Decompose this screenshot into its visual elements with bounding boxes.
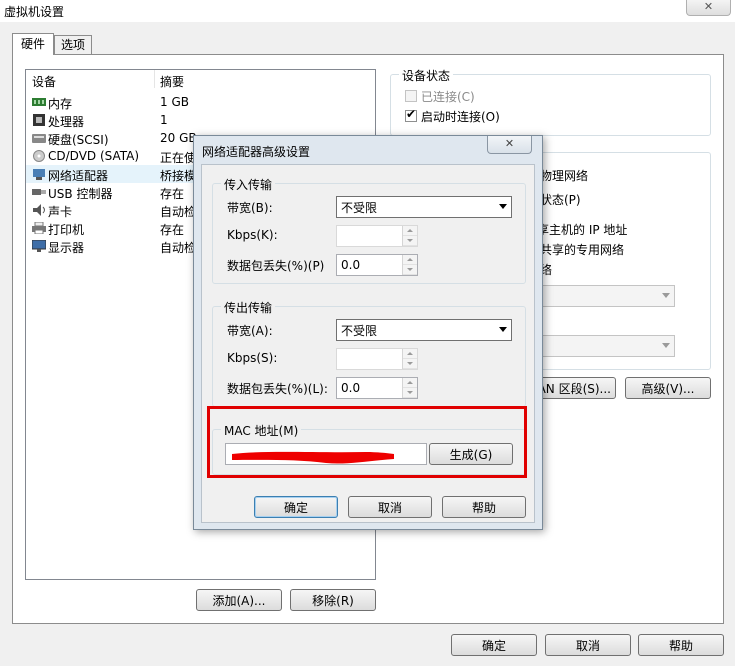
spin-up-icon[interactable]: [403, 378, 417, 388]
device-list-header: 设备 摘要: [26, 70, 375, 89]
chevron-down-icon: [499, 204, 507, 209]
device-name: 打印机: [48, 223, 85, 237]
add-button[interactable]: 添加(A)...: [196, 589, 282, 611]
network-combo-2[interactable]: [540, 335, 675, 357]
spin-up-icon[interactable]: [403, 226, 417, 236]
device-summary: 存在: [160, 223, 185, 237]
device-name: 硬盘(SCSI): [48, 133, 109, 147]
device-name: 显示器: [48, 241, 85, 255]
main-ok-button[interactable]: 确定: [451, 634, 537, 656]
device-name: 网络适配器: [48, 169, 109, 183]
device-row[interactable]: 处理器 1: [26, 111, 375, 129]
title-bar: 虚拟机设置 ✕: [0, 0, 735, 22]
outgoing-group: 传出传输 带宽(A): 不受限 Kbps(S): 数据包丢失(%)(L): 0.…: [212, 299, 526, 407]
chevron-down-icon: [499, 327, 507, 332]
processor-icon: [32, 114, 46, 126]
outgoing-loss-input[interactable]: 0.0: [336, 377, 418, 399]
device-summary: 自动检: [160, 241, 197, 255]
main-cancel-button[interactable]: 取消: [545, 634, 631, 656]
dialog-close-button[interactable]: ✕: [487, 136, 532, 154]
outgoing-loss-label: 数据包丢失(%)(L):: [227, 382, 328, 396]
sound-card-icon: [32, 204, 46, 216]
incoming-group: 传入传输 带宽(B): 不受限 Kbps(K): 数据包丢失(%)(P) 0.0: [212, 176, 526, 284]
device-status-group: 设备状态 已连接(C) ✔ 启动时连接(O): [390, 67, 711, 136]
close-window-button[interactable]: ✕: [686, 0, 731, 16]
outgoing-bandwidth-label: 带宽(A):: [227, 324, 273, 338]
device-summary: 1: [160, 113, 168, 127]
outgoing-kbps-label: Kbps(S):: [227, 351, 278, 365]
incoming-bandwidth-select[interactable]: 不受限: [336, 196, 512, 218]
device-row[interactable]: 内存 1 GB: [26, 93, 375, 111]
replicate-state-label: 状态(P): [540, 193, 581, 207]
cd-dvd-icon: [32, 150, 46, 162]
device-summary: 1 GB: [160, 95, 189, 109]
header-summary: 摘要: [160, 75, 185, 89]
highlight-box: [207, 406, 527, 478]
spin-up-icon[interactable]: [403, 255, 417, 265]
shared-private-label: 共享的专用网络: [540, 243, 625, 257]
spin-down-icon[interactable]: [403, 236, 417, 246]
connected-label: 已连接(C): [421, 90, 475, 104]
outgoing-title: 传出传输: [221, 299, 276, 316]
advanced-button[interactable]: 高级(V)...: [625, 377, 711, 399]
display-icon: [31, 239, 47, 252]
network-adapter-icon: [32, 168, 46, 180]
printer-icon: [32, 221, 46, 235]
dialog-cancel-button[interactable]: 取消: [348, 496, 432, 518]
usb-icon: [32, 186, 46, 198]
connect-on-start-checkbox[interactable]: ✔: [405, 107, 417, 122]
incoming-loss-input[interactable]: 0.0: [336, 254, 418, 276]
spin-up-icon[interactable]: [403, 349, 417, 359]
checkmark-icon: ✔: [406, 107, 417, 121]
spin-down-icon[interactable]: [403, 359, 417, 369]
tab-hardware[interactable]: 硬件: [12, 33, 54, 55]
connected-checkbox[interactable]: [405, 90, 417, 102]
network-combo-1[interactable]: [540, 285, 675, 307]
incoming-bandwidth-label: 带宽(B):: [227, 201, 273, 215]
device-summary: 20 GB: [160, 131, 197, 145]
window-title: 虚拟机设置: [4, 5, 65, 19]
remove-button[interactable]: 移除(R): [290, 589, 376, 611]
device-summary: 存在: [160, 187, 185, 201]
device-status-title: 设备状态: [399, 67, 454, 84]
device-name: 内存: [48, 97, 73, 111]
incoming-title: 传入传输: [221, 176, 276, 193]
device-name: USB 控制器: [48, 187, 113, 201]
tab-options-label: 选项: [60, 38, 85, 52]
connect-on-start-label: 启动时连接(O): [421, 110, 500, 124]
spin-down-icon[interactable]: [403, 388, 417, 398]
outgoing-kbps-input[interactable]: [336, 348, 418, 370]
spin-down-icon[interactable]: [403, 265, 417, 275]
tab-hardware-label: 硬件: [20, 37, 45, 51]
device-name: CD/DVD (SATA): [48, 149, 140, 163]
incoming-loss-label: 数据包丢失(%)(P): [227, 259, 325, 273]
tab-options[interactable]: 选项: [54, 35, 92, 55]
host-ip-label: 享主机的 IP 地址: [537, 223, 628, 237]
device-name: 处理器: [48, 115, 85, 129]
device-name: 声卡: [48, 205, 73, 219]
dialog-ok-button[interactable]: 确定: [254, 496, 338, 518]
physical-network-label: 物理网络: [540, 169, 589, 183]
close-icon: ✕: [504, 137, 515, 150]
header-device: 设备: [32, 75, 57, 89]
main-help-button[interactable]: 帮助: [638, 634, 724, 656]
incoming-kbps-input[interactable]: [336, 225, 418, 247]
device-summary: 正在使: [160, 151, 197, 165]
memory-icon: [32, 96, 46, 108]
dialog-help-button[interactable]: 帮助: [442, 496, 526, 518]
device-summary: 桥接模: [160, 169, 197, 183]
dialog-title: 网络适配器高级设置: [202, 145, 311, 159]
close-icon: ✕: [703, 0, 714, 13]
device-summary: 自动检: [160, 205, 197, 219]
outgoing-bandwidth-select[interactable]: 不受限: [336, 319, 512, 341]
incoming-kbps-label: Kbps(K):: [227, 228, 278, 242]
harddisk-icon: [32, 132, 46, 144]
